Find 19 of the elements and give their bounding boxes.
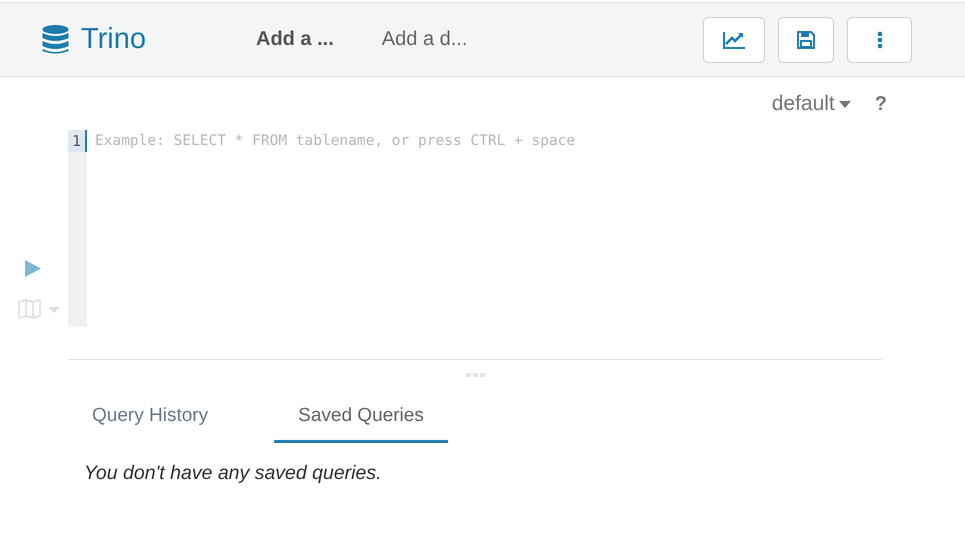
tab[interactable]: Query History — [68, 395, 232, 443]
more-icon — [876, 30, 882, 48]
empty-message: You don't have any saved queries. — [84, 462, 383, 485]
session-name[interactable]: Add a ... — [256, 28, 334, 51]
more-button[interactable] — [847, 16, 912, 62]
map-icon[interactable] — [18, 299, 60, 319]
save-button[interactable] — [778, 16, 834, 62]
save-icon — [797, 30, 815, 48]
chart-icon — [722, 30, 746, 50]
help-icon[interactable]: ? — [874, 92, 887, 116]
caret-icon — [838, 100, 851, 108]
app-title: Trino — [81, 23, 146, 56]
chart-button[interactable] — [703, 16, 765, 62]
tab[interactable]: Saved Queries — [274, 395, 448, 443]
session-description[interactable]: Add a d... — [382, 28, 468, 51]
database-dropdown[interactable]: default — [772, 92, 851, 116]
database-icon — [42, 25, 69, 54]
run-icon[interactable] — [25, 260, 41, 277]
line-number: 1 — [68, 130, 87, 152]
